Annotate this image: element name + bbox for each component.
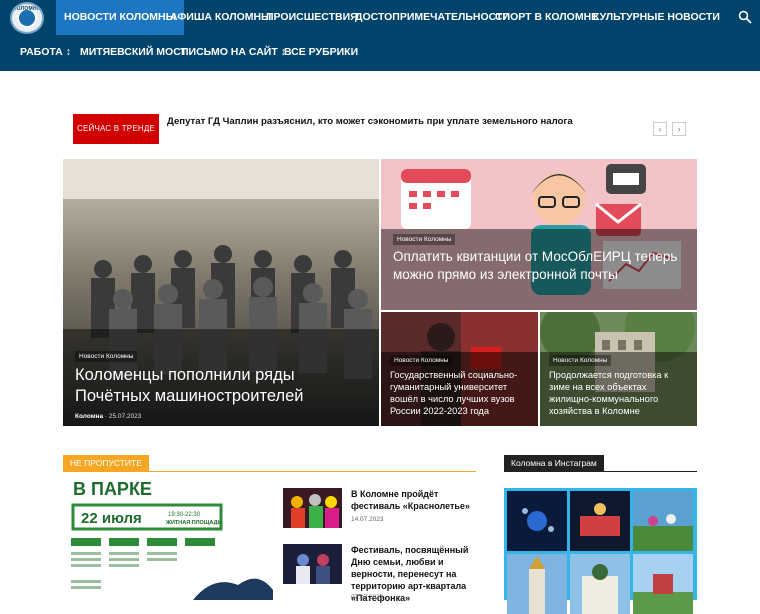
nav-item-novosti-kolomny[interactable]: НОВОСТИ КОЛОМНЫ [56, 0, 184, 35]
search-icon[interactable] [738, 10, 752, 24]
logo-text: КОЛОМНА [13, 6, 41, 12]
festival-photo [283, 488, 342, 528]
instagram-photo-image [507, 491, 567, 551]
family-day-photo [283, 544, 342, 584]
instagram-label: Коломна в Инстаграм [504, 455, 604, 472]
instagram-photo[interactable] [507, 554, 567, 614]
nav-item-mityaevsky-most[interactable]: МИТЯЕВСКИЙ МОСТ [80, 35, 187, 70]
trending-headline[interactable]: Депутат ГД Чаплин разъяснил, кто может с… [167, 116, 573, 127]
nav-item-kulturnye-novosti[interactable]: КУЛЬТУРНЫЕ НОВОСТИ [593, 0, 720, 35]
instagram-photo[interactable] [633, 491, 693, 551]
instagram-photo-image [633, 491, 693, 551]
instagram-photo[interactable] [507, 491, 567, 551]
featured-bottom-left-card[interactable]: Новости Коломны Государственный социальн… [381, 312, 538, 426]
news-item-date-1: 14.07.2023 [351, 516, 384, 523]
trending-label: СЕЙЧАС В ТРЕНДЕ [73, 114, 159, 144]
featured-top-right-title[interactable]: Оплатить квитанции от МосОблЕИРЦ теперь … [393, 248, 683, 284]
news-thumb-2[interactable] [283, 544, 342, 584]
featured-bottom-left-title[interactable]: Государственный социально-гуманитарный у… [390, 369, 530, 417]
category-badge[interactable]: Новости Коломны [390, 355, 453, 366]
category-badge[interactable]: Новости Коломны [393, 234, 456, 245]
instagram-photo[interactable] [570, 491, 630, 551]
featured-bottom-right-title[interactable]: Продолжается подготовка к зиме на всех о… [549, 369, 689, 417]
poster-place: ЖИТНАЯ ПЛОЩАДЬ [165, 520, 221, 526]
instagram-photo[interactable] [633, 554, 693, 614]
trending-next-button[interactable]: › [672, 122, 686, 136]
featured-bottom-right-card[interactable]: Новости Коломны Продолжается подготовка … [540, 312, 697, 426]
event-poster-graphic: В ПАРКЕ 22 июля 19:30-22:30 ЖИТНАЯ ПЛОЩА… [63, 480, 273, 600]
section-divider [63, 471, 476, 472]
nav-item-proisshestviya[interactable]: ПРОИСШЕСТВИЯ [266, 0, 358, 35]
instagram-photo-image [633, 554, 693, 614]
instagram-photo-image [507, 554, 567, 614]
site-logo[interactable]: КОЛОМНА [10, 2, 44, 34]
nav-item-pismo-na-sait[interactable]: ПИСЬМО НА САЙТ ↕ [181, 35, 286, 70]
dont-miss-label: НЕ ПРОПУСТИТЕ [63, 455, 149, 472]
nav-item-vse-rubriki[interactable]: ВСЕ РУБРИКИ [284, 35, 358, 70]
nav-item-dostoprimechatelnosti[interactable]: ДОСТОПРИМЕЧАТЕЛЬНОСТИ [355, 0, 510, 35]
section-divider [504, 471, 697, 472]
featured-main-card[interactable]: Новости Коломны Коломенцы пополнили ряды… [63, 159, 379, 426]
trending-prev-button[interactable]: ‹ [653, 122, 667, 136]
category-badge[interactable]: Новости Коломны [75, 351, 138, 362]
news-thumb-1[interactable] [283, 488, 342, 528]
instagram-photo[interactable] [570, 554, 630, 614]
poster-date: 22 июля [81, 510, 142, 527]
main-navigation: КОЛОМНА НОВОСТИ КОЛОМНЫ АФИША КОЛОМНЫ ПР… [0, 0, 760, 71]
nav-item-rabota[interactable]: РАБОТА ↕ [20, 35, 71, 70]
featured-top-right-card[interactable]: Новости Коломны Оплатить квитанции от Мо… [381, 159, 697, 310]
instagram-photo-image [570, 491, 630, 551]
post-date: 25.07.2023 [108, 413, 142, 420]
poster-time: 19:30-22:30 [168, 512, 201, 518]
instagram-photo-image [570, 554, 630, 614]
dont-miss-poster[interactable]: В ПАРКЕ 22 июля 19:30-22:30 ЖИТНАЯ ПЛОЩА… [63, 480, 273, 600]
author-name[interactable]: Коломна [75, 413, 103, 420]
instagram-grid [504, 488, 697, 614]
poster-line1: В ПАРКЕ [73, 480, 152, 499]
nav-item-sport[interactable]: СПОРТ В КОЛОМНЕ [495, 0, 598, 35]
featured-main-title[interactable]: Коломенцы пополнили ряды Почётных машино… [75, 365, 355, 407]
news-item-title-1[interactable]: В Коломне пройдёт фестиваль «Краснолетье… [351, 488, 479, 512]
category-badge[interactable]: Новости Коломны [549, 355, 612, 366]
nav-item-afisha[interactable]: АФИША КОЛОМНЫ [170, 0, 271, 35]
